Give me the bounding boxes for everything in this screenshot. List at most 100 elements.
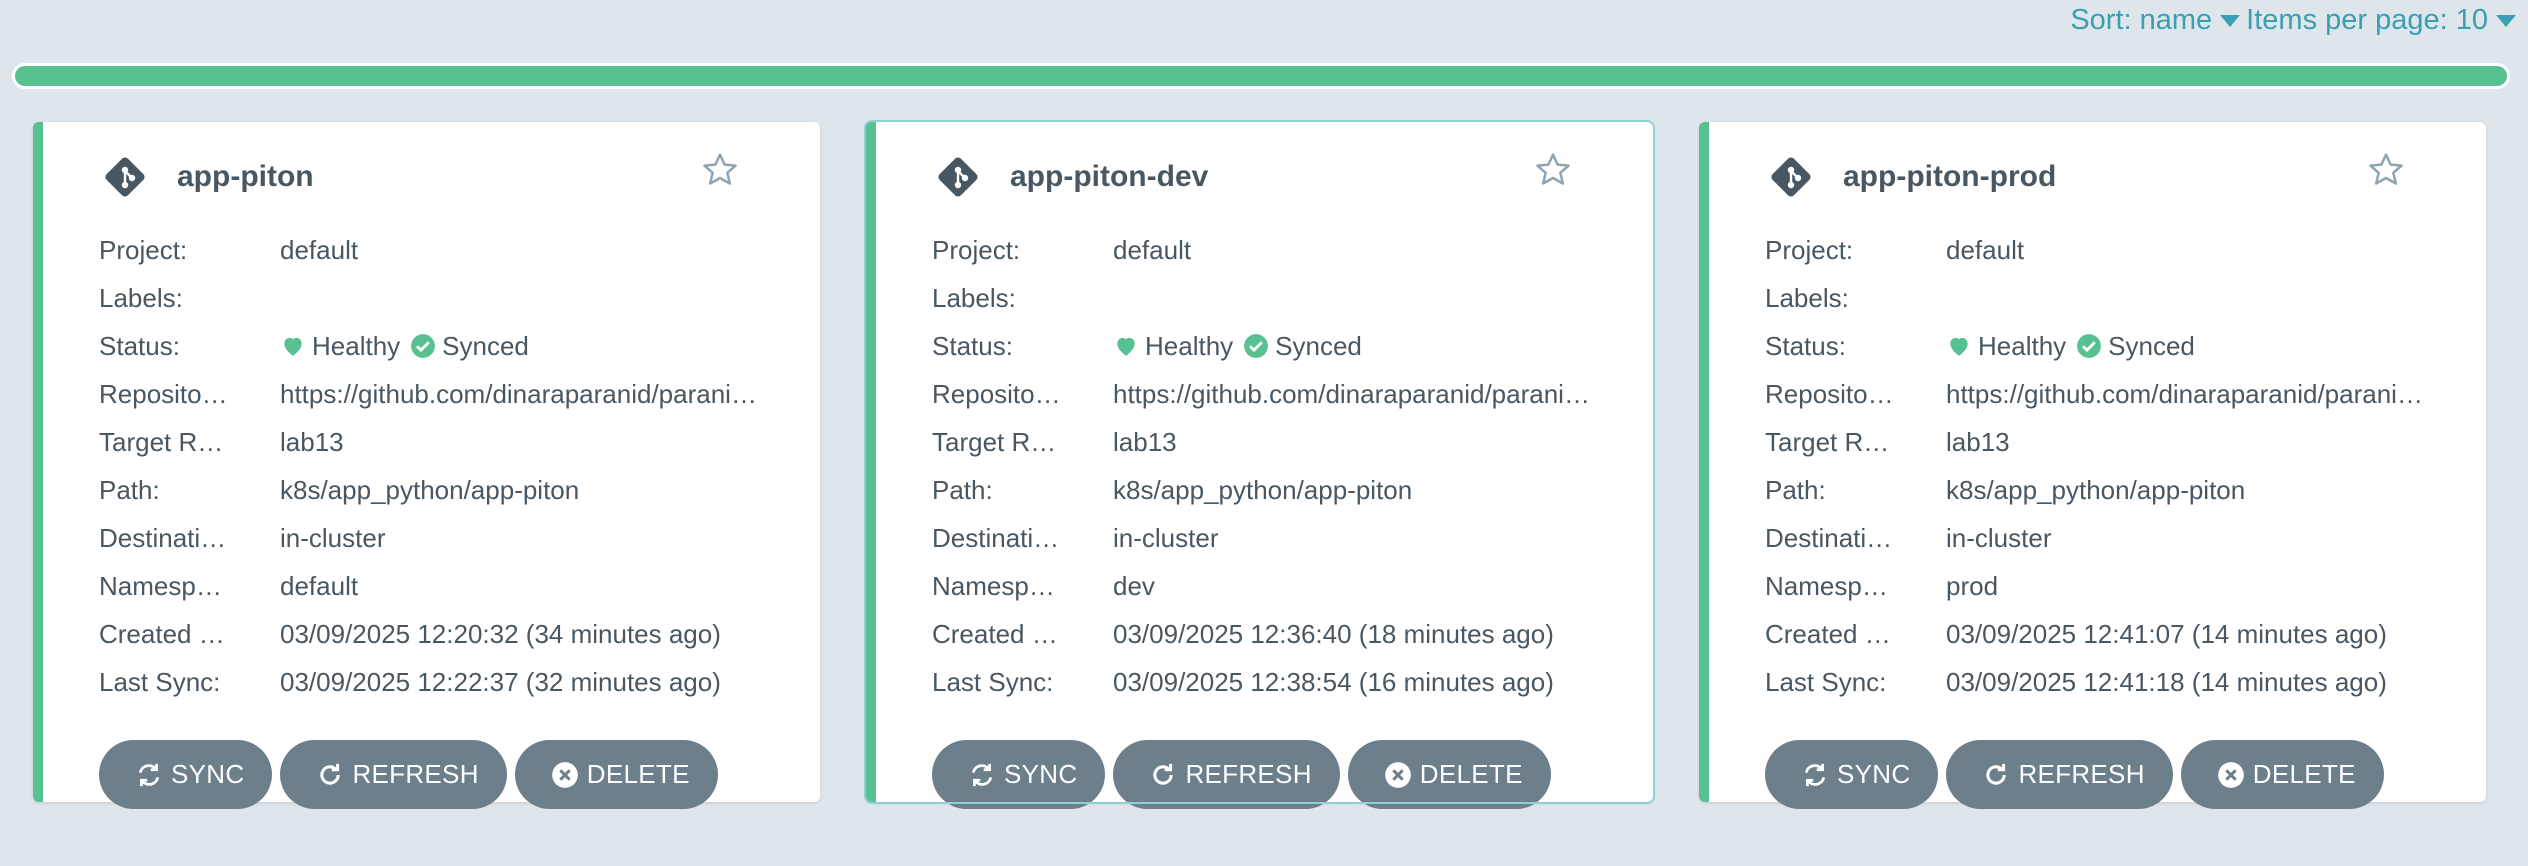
destination-row: Destinati… in-cluster xyxy=(932,514,1603,562)
app-card[interactable]: app-piton Project: default Labels: Status… xyxy=(33,122,820,809)
destination-label: Destinati… xyxy=(932,522,1060,553)
delete-button[interactable]: DELETE xyxy=(2180,740,2384,809)
git-icon xyxy=(105,157,145,197)
labels-label: Labels: xyxy=(932,282,1016,313)
project-label: Project: xyxy=(1765,234,1854,265)
refresh-button-label: REFRESH xyxy=(1185,759,1312,789)
times-circle-icon xyxy=(551,761,578,788)
refresh-icon xyxy=(320,763,341,785)
last-sync-row: Last Sync: 03/09/2025 12:22:37 (32 minute… xyxy=(99,658,770,706)
sync-button[interactable]: SYNC xyxy=(99,740,273,809)
refresh-button[interactable]: REFRESH xyxy=(280,740,507,809)
namespace-label: Namesp… xyxy=(99,570,222,601)
project-value: default xyxy=(280,234,359,265)
created-value: 03/09/2025 12:20:32 (34 minutes ago) xyxy=(280,618,721,649)
path-value: k8s/app_python/app-piton xyxy=(1946,474,2246,505)
created-label: Created … xyxy=(1765,618,1891,649)
sync-icon xyxy=(138,763,160,786)
sort-label: Sort: name xyxy=(2070,3,2213,36)
namespace-row: Namesp… prod xyxy=(1765,562,2436,610)
project-row: Project: default xyxy=(99,226,770,274)
status-label: Status: xyxy=(932,330,1013,361)
namespace-label: Namesp… xyxy=(932,570,1055,601)
status-value: Healthy Synced xyxy=(1113,331,1603,362)
refresh-button-label: REFRESH xyxy=(2018,759,2145,789)
status-value: Healthy Synced xyxy=(1946,331,2436,362)
app-name[interactable]: app-piton-dev xyxy=(1010,160,1208,194)
caret-down-icon xyxy=(2496,15,2516,27)
items-per-page-dropdown[interactable]: Items per page: 10 xyxy=(2246,4,2516,37)
namespace-value: prod xyxy=(1946,570,1999,601)
last-sync-row: Last Sync: 03/09/2025 12:41:18 (14 minute… xyxy=(1765,658,2436,706)
check-circle-icon xyxy=(2077,334,2102,358)
star-icon[interactable] xyxy=(2366,150,2406,190)
heart-icon xyxy=(284,337,302,356)
path-row: Path: k8s/app_python/app-piton xyxy=(99,466,770,514)
sync-button-label: SYNC xyxy=(1837,759,1911,789)
destination-value: in-cluster xyxy=(1946,522,2052,553)
toolbar: Sort: name Items per page: 10 xyxy=(2070,0,2528,40)
namespace-row: Namesp… default xyxy=(99,562,770,610)
path-row: Path: k8s/app_python/app-piton xyxy=(1765,466,2436,514)
delete-button-label: DELETE xyxy=(2252,759,2356,789)
refresh-button[interactable]: REFRESH xyxy=(1946,740,2173,809)
status-label: Status: xyxy=(99,330,180,361)
path-row: Path: k8s/app_python/app-piton xyxy=(932,466,1603,514)
app-name[interactable]: app-piton xyxy=(177,160,314,194)
labels-row: Labels: xyxy=(932,274,1603,322)
project-value: default xyxy=(1113,234,1192,265)
namespace-value: dev xyxy=(1113,570,1155,601)
times-circle-icon xyxy=(2217,761,2244,788)
last-sync-label: Last Sync: xyxy=(1765,666,1887,697)
health-status: Healthy xyxy=(1145,330,1234,361)
sync-button[interactable]: SYNC xyxy=(1765,740,1939,809)
delete-button[interactable]: DELETE xyxy=(1347,740,1551,809)
app-card[interactable]: app-piton-prod Project: default Labels: S… xyxy=(1699,122,2486,809)
destination-label: Destinati… xyxy=(1765,522,1893,553)
sync-button[interactable]: SYNC xyxy=(932,740,1106,809)
sync-status: Synced xyxy=(442,330,529,361)
sync-icon xyxy=(971,763,993,786)
created-row: Created … 03/09/2025 12:41:07 (14 minutes… xyxy=(1765,610,2436,658)
sync-status: Synced xyxy=(1275,330,1362,361)
card-actions: SYNC REFRESH DELETE xyxy=(1765,740,2436,809)
target-revision-row: Target R… lab13 xyxy=(1765,418,2436,466)
refresh-button-label: REFRESH xyxy=(352,759,479,789)
status-row: Status: Healthy Synced xyxy=(1765,322,2436,370)
destination-row: Destinati… in-cluster xyxy=(1765,514,2436,562)
heart-icon xyxy=(1950,337,1968,356)
check-circle-icon xyxy=(1244,334,1269,358)
refresh-icon xyxy=(1153,763,1174,785)
star-icon[interactable] xyxy=(700,150,740,190)
labels-row: Labels: xyxy=(1765,274,2436,322)
heart-icon xyxy=(1117,337,1135,356)
destination-value: in-cluster xyxy=(1113,522,1219,553)
namespace-row: Namesp… dev xyxy=(932,562,1603,610)
app-name[interactable]: app-piton-prod xyxy=(1843,160,2056,194)
sort-dropdown[interactable]: Sort: name xyxy=(2070,3,2241,37)
created-label: Created … xyxy=(932,618,1058,649)
delete-button[interactable]: DELETE xyxy=(514,740,718,809)
created-value: 03/09/2025 12:41:07 (14 minutes ago) xyxy=(1946,618,2387,649)
repository-label: Reposito… xyxy=(99,378,228,409)
delete-button-label: DELETE xyxy=(1419,759,1523,789)
status-value: Healthy Synced xyxy=(280,331,770,362)
app-card[interactable]: app-piton-dev Project: default Labels: St… xyxy=(864,120,1655,809)
project-row: Project: default xyxy=(1765,226,2436,274)
refresh-button[interactable]: REFRESH xyxy=(1113,740,1340,809)
target-revision-row: Target R… lab13 xyxy=(932,418,1603,466)
path-label: Path: xyxy=(932,474,993,505)
items-per-page-label: Items per page: 10 xyxy=(2246,3,2488,36)
star-icon[interactable] xyxy=(1533,150,1573,190)
health-status: Healthy xyxy=(312,330,401,361)
labels-row: Labels: xyxy=(99,274,770,322)
created-row: Created … 03/09/2025 12:20:32 (34 minutes… xyxy=(99,610,770,658)
repository-value: https://github.com/dinaraparanid/paranid… xyxy=(280,378,770,409)
refresh-icon xyxy=(1986,763,2007,785)
git-icon xyxy=(1771,157,1811,197)
repository-row: Reposito… https://github.com/dinaraparani… xyxy=(99,370,770,418)
last-sync-row: Last Sync: 03/09/2025 12:38:54 (16 minute… xyxy=(932,658,1603,706)
target-revision-row: Target R… lab13 xyxy=(99,418,770,466)
card-actions: SYNC REFRESH DELETE xyxy=(99,740,770,809)
last-sync-value: 03/09/2025 12:41:18 (14 minutes ago) xyxy=(1946,666,2387,697)
